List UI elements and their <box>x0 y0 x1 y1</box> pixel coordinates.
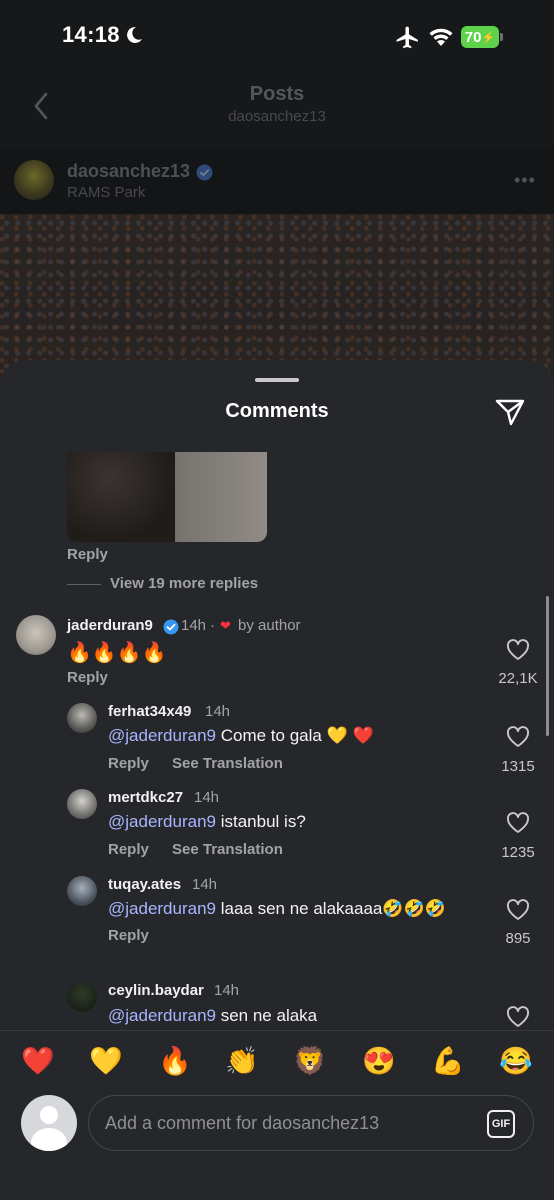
avatar[interactable] <box>16 615 56 655</box>
comment-text: 🔥🔥🔥🔥 <box>67 642 167 664</box>
separator: · <box>210 617 215 634</box>
comment-time: 14h <box>205 703 231 720</box>
reply-button[interactable]: Reply <box>67 546 108 563</box>
reply-button[interactable]: Reply <box>108 927 149 944</box>
airplane-icon <box>396 26 418 49</box>
post-author-avatar[interactable] <box>14 160 54 200</box>
reply-button[interactable]: Reply <box>108 841 149 858</box>
comment-time: 14h <box>192 876 218 893</box>
comment-username[interactable]: mertdkc27 <box>108 789 183 806</box>
reply-attachment-image[interactable] <box>67 452 267 542</box>
comment-username[interactable]: jaderduran9 <box>67 617 153 634</box>
avatar[interactable] <box>67 703 97 733</box>
page-title: Posts <box>249 83 305 105</box>
comment-body: sen ne alaka <box>216 1006 318 1025</box>
moon-icon <box>127 26 142 43</box>
current-user-avatar <box>21 1095 77 1151</box>
like-count: 1315 <box>501 758 535 775</box>
mention-link[interactable]: @jaderduran9 <box>108 726 216 745</box>
emoji-clapping[interactable]: 👏 <box>222 1041 262 1081</box>
comment-time: 14h <box>214 982 240 999</box>
wifi-icon <box>429 28 453 46</box>
divider <box>67 584 101 585</box>
page-subtitle: daosanchez13 <box>228 108 326 125</box>
author-liked-heart-icon: ❤ <box>220 618 231 633</box>
comment-input[interactable]: Add a comment for daosanchez13 GIF <box>88 1095 534 1151</box>
see-translation-button[interactable]: See Translation <box>172 841 283 858</box>
comment-body: istanbul is? <box>216 812 306 831</box>
like-count: 895 <box>505 930 531 947</box>
mention-link[interactable]: @jaderduran9 <box>108 812 216 831</box>
comment-body: Come to gala 💛 ❤️ <box>216 726 374 745</box>
post-location[interactable]: RAMS Park <box>67 184 145 201</box>
verified-badge-icon <box>163 619 179 635</box>
comment-text: @jaderduran9 Come to gala 💛 ❤️ <box>108 726 374 746</box>
comment-composer-bar: ❤️ 💛 🔥 👏 🦁 😍 💪 😂 Add a comment for daosa… <box>0 1030 554 1200</box>
emoji-quick-reactions: ❤️ 💛 🔥 👏 🦁 😍 💪 😂 <box>0 1041 554 1081</box>
status-time: 14:18 <box>62 22 120 47</box>
status-bar: 14:18 70 ⚡ <box>0 0 554 75</box>
sheet-title: Comments <box>225 400 329 422</box>
avatar[interactable] <box>67 982 97 1012</box>
verified-badge-icon <box>196 164 213 181</box>
comments-sheet: Comments Reply View 19 more replies jade… <box>0 360 554 1200</box>
see-translation-button[interactable]: See Translation <box>172 755 283 772</box>
emoji-lion[interactable]: 🦁 <box>290 1041 330 1081</box>
battery-indicator: 70 ⚡ <box>461 26 503 48</box>
comment-body: laaa sen ne alakaaaa🤣🤣🤣 <box>216 899 446 918</box>
like-heart-icon[interactable] <box>506 812 530 834</box>
comment-time: 14h <box>194 789 220 806</box>
like-heart-icon[interactable] <box>506 726 530 748</box>
comment-time: 14h <box>181 617 207 634</box>
like-count: 22,1K <box>498 670 538 687</box>
more-options-icon[interactable]: ••• <box>514 170 536 191</box>
scrollbar[interactable] <box>546 596 549 736</box>
comment-username[interactable]: ferhat34x49 <box>108 703 191 720</box>
emoji-flexed-biceps[interactable]: 💪 <box>428 1041 468 1081</box>
comment-username[interactable]: tuqay.ates <box>108 876 181 893</box>
post-header: daosanchez13 RAMS Park ••• <box>0 148 554 214</box>
send-icon[interactable] <box>494 396 526 428</box>
like-heart-icon[interactable] <box>506 1006 530 1028</box>
comment-username[interactable]: ceylin.baydar <box>108 982 204 999</box>
sheet-grabber[interactable] <box>255 378 299 382</box>
gif-button[interactable]: GIF <box>487 1110 515 1138</box>
mention-link[interactable]: @jaderduran9 <box>108 899 216 918</box>
comment-text: @jaderduran9 sen ne alaka <box>108 1006 317 1026</box>
avatar[interactable] <box>67 876 97 906</box>
like-count: 1235 <box>501 844 535 861</box>
emoji-red-heart[interactable]: ❤️ <box>18 1041 58 1081</box>
reply-button[interactable]: Reply <box>108 755 149 772</box>
comment-text: @jaderduran9 laaa sen ne alakaaaa🤣🤣🤣 <box>108 899 446 919</box>
like-heart-icon[interactable] <box>506 639 530 661</box>
emoji-heart-eyes[interactable]: 😍 <box>359 1041 399 1081</box>
emoji-yellow-heart[interactable]: 💛 <box>86 1041 126 1081</box>
like-heart-icon[interactable] <box>506 899 530 921</box>
avatar[interactable] <box>67 789 97 819</box>
battery-level: 70 <box>464 28 482 46</box>
emoji-tears-of-joy[interactable]: 😂 <box>496 1041 536 1081</box>
reply-button[interactable]: Reply <box>67 669 108 686</box>
top-nav: Posts daosanchez13 <box>0 75 554 145</box>
mention-link[interactable]: @jaderduran9 <box>108 1006 216 1025</box>
comment-input-placeholder: Add a comment for daosanchez13 <box>105 1113 380 1133</box>
post-author-username[interactable]: daosanchez13 <box>67 161 190 182</box>
by-author-label: by author <box>238 617 301 634</box>
emoji-fire[interactable]: 🔥 <box>155 1041 195 1081</box>
view-more-replies-button[interactable]: View 19 more replies <box>110 575 258 592</box>
comment-text: @jaderduran9 istanbul is? <box>108 812 306 832</box>
